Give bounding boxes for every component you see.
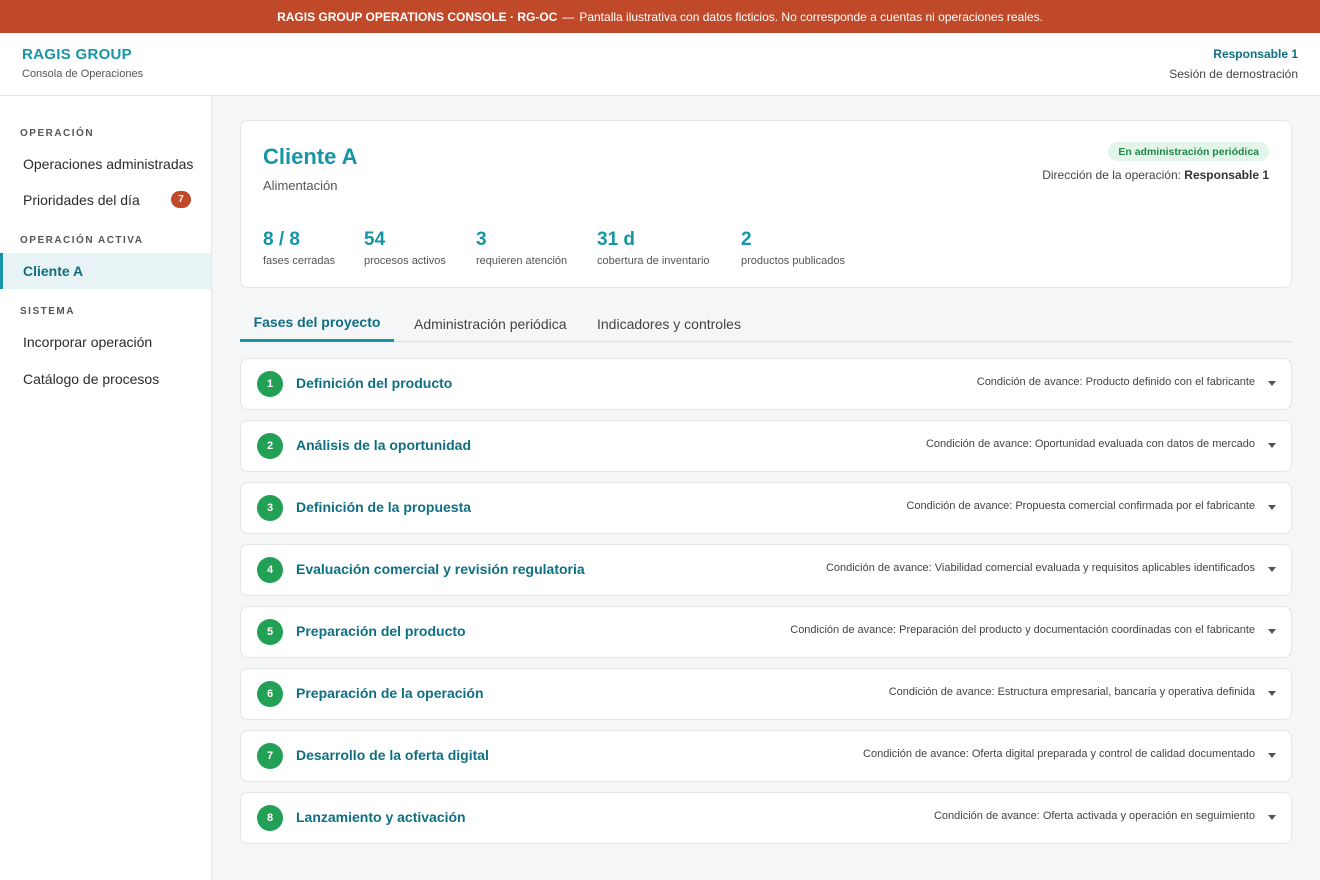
stat-value: 54: [364, 229, 386, 250]
banner-title: RAGIS GROUP OPERATIONS CONSOLE · RG-OC: [277, 9, 558, 24]
top-header: RAGIS GROUP Consola de Operaciones Respo…: [0, 33, 1320, 96]
tab-fases-del-proyecto[interactable]: Fases del proyecto: [240, 305, 394, 342]
tab-indicadores-y-controles[interactable]: Indicadores y controles: [597, 305, 741, 342]
phase-row-6[interactable]: 6 Preparación de la operación Condición …: [240, 668, 1292, 720]
banner-note: Pantalla ilustrativa con datos ficticios…: [579, 9, 1043, 24]
session-label: Sesión de demostración: [1169, 67, 1298, 81]
sidebar-item-label: Cliente A: [23, 263, 84, 279]
tab-administracion-periodica[interactable]: Administración periódica: [414, 305, 567, 342]
sidebar-item-prioridades[interactable]: Prioridades del día 7: [0, 182, 211, 218]
phase-number-badge: 6: [257, 681, 283, 707]
phase-row-4[interactable]: 4 Evaluación comercial y revisión regula…: [240, 544, 1292, 596]
priority-count-badge: 7: [171, 191, 191, 208]
stat-phases-closed: 8 / 8 fases cerradas: [263, 229, 335, 267]
phase-condition: Condición de avance: Propuesta comercial…: [906, 500, 1255, 512]
sidebar-section-system: SISTEMA: [20, 306, 75, 317]
stat-published-products: 2 productos publicados: [741, 229, 845, 267]
chevron-down-icon[interactable]: [1268, 381, 1276, 386]
phase-number-badge: 3: [257, 495, 283, 521]
user-menu[interactable]: Responsable 1 Sesión de demostración: [1169, 47, 1298, 81]
phase-title: Desarrollo de la oferta digital: [296, 747, 489, 763]
demo-banner: RAGIS GROUP OPERATIONS CONSOLE · RG-OC —…: [0, 0, 1320, 33]
phase-row-3[interactable]: 3 Definición de la propuesta Condición d…: [240, 482, 1292, 534]
chevron-down-icon[interactable]: [1268, 567, 1276, 572]
phase-title: Definición del producto: [296, 375, 453, 391]
sidebar-item-incorporar[interactable]: Incorporar operación: [0, 324, 211, 360]
phase-title: Lanzamiento y activación: [296, 809, 466, 825]
client-title: Cliente A: [263, 144, 358, 169]
phase-number-badge: 1: [257, 371, 283, 397]
sidebar-item-operaciones-administradas[interactable]: Operaciones administradas: [0, 146, 211, 182]
phase-condition: Condición de avance: Viabilidad comercia…: [825, 562, 1255, 574]
tab-bar: Fases del proyecto Administración periód…: [240, 305, 1292, 342]
phase-condition: Condición de avance: Preparación del pro…: [790, 624, 1255, 636]
phase-number-badge: 4: [257, 557, 283, 583]
banner-separator: —: [562, 9, 575, 24]
stat-value: 8 / 8: [263, 229, 300, 250]
stat-value: 31 d: [597, 229, 636, 250]
stat-label: productos publicados: [741, 255, 845, 267]
brand-name: RAGIS GROUP: [22, 46, 132, 63]
sidebar-item-cliente-a[interactable]: Cliente A: [0, 253, 211, 289]
phase-title: Análisis de la oportunidad: [296, 437, 472, 453]
phase-number-badge: 7: [257, 743, 283, 769]
phase-row-8[interactable]: 8 Lanzamiento y activación Condición de …: [240, 792, 1292, 844]
sidebar-section-active: OPERACIÓN ACTIVA: [20, 235, 144, 246]
chevron-down-icon[interactable]: [1268, 691, 1276, 696]
chevron-down-icon[interactable]: [1268, 629, 1276, 634]
phase-number-badge: 5: [257, 619, 283, 645]
phase-title: Preparación del producto: [296, 623, 466, 639]
direction-value: Responsable 1: [1184, 168, 1269, 182]
brand-block[interactable]: RAGIS GROUP Consola de Operaciones: [22, 46, 143, 80]
stat-attention-required: 3 requieren atención: [476, 229, 567, 267]
chevron-down-icon[interactable]: [1268, 443, 1276, 448]
phase-title: Evaluación comercial y revisión regulato…: [296, 561, 585, 577]
stat-label: requieren atención: [476, 255, 568, 267]
chevron-down-icon[interactable]: [1268, 505, 1276, 510]
user-name: Responsable 1: [1213, 47, 1298, 61]
sidebar-section-operation: OPERACIÓN: [20, 128, 95, 139]
phase-row-2[interactable]: 2 Análisis de la oportunidad Condición d…: [240, 420, 1292, 472]
phase-row-5[interactable]: 5 Preparación del producto Condición de …: [240, 606, 1292, 658]
phase-title: Definición de la propuesta: [296, 499, 472, 515]
sidebar: OPERACIÓN Operaciones administradas Prio…: [0, 96, 212, 880]
phase-condition: Condición de avance: Oportunidad evaluad…: [925, 438, 1255, 450]
operation-direction: Dirección de la operación: Responsable 1: [1042, 168, 1269, 182]
phase-row-1[interactable]: 1 Definición del producto Condición de a…: [240, 358, 1292, 410]
phase-number-badge: 8: [257, 805, 283, 831]
phase-condition: Condición de avance: Estructura empresar…: [888, 686, 1255, 698]
sidebar-item-label: Catálogo de procesos: [23, 371, 160, 387]
chevron-down-icon[interactable]: [1268, 815, 1276, 820]
sidebar-item-label: Incorporar operación: [23, 334, 153, 350]
sidebar-item-catalogo[interactable]: Catálogo de procesos: [0, 361, 211, 397]
direction-label: Dirección de la operación:: [1042, 168, 1181, 182]
phase-condition: Condición de avance: Oferta digital prep…: [863, 748, 1255, 760]
brand-subtitle: Consola de Operaciones: [22, 68, 144, 80]
phase-condition: Condición de avance: Oferta activada y o…: [933, 810, 1255, 822]
stat-label: fases cerradas: [263, 255, 336, 267]
chevron-down-icon[interactable]: [1268, 753, 1276, 758]
stat-value: 3: [476, 229, 487, 250]
phase-row-7[interactable]: 7 Desarrollo de la oferta digital Condic…: [240, 730, 1292, 782]
phase-number-badge: 2: [257, 433, 283, 459]
phase-title: Preparación de la operación: [296, 685, 484, 701]
sidebar-item-label: Prioridades del día: [23, 192, 140, 208]
stat-label: procesos activos: [364, 255, 446, 267]
client-sector: Alimentación: [263, 178, 338, 193]
stat-inventory-coverage: 31 d cobertura de inventario: [597, 229, 710, 267]
stat-active-processes: 54 procesos activos: [364, 229, 446, 267]
status-badge: En administración periódica: [1108, 142, 1269, 161]
stat-label: cobertura de inventario: [597, 255, 710, 267]
phase-condition: Condición de avance: Producto definido c…: [976, 376, 1255, 388]
stat-value: 2: [741, 229, 752, 250]
sidebar-item-label: Operaciones administradas: [23, 156, 194, 172]
client-summary-card: Cliente A Alimentación En administración…: [240, 120, 1292, 288]
